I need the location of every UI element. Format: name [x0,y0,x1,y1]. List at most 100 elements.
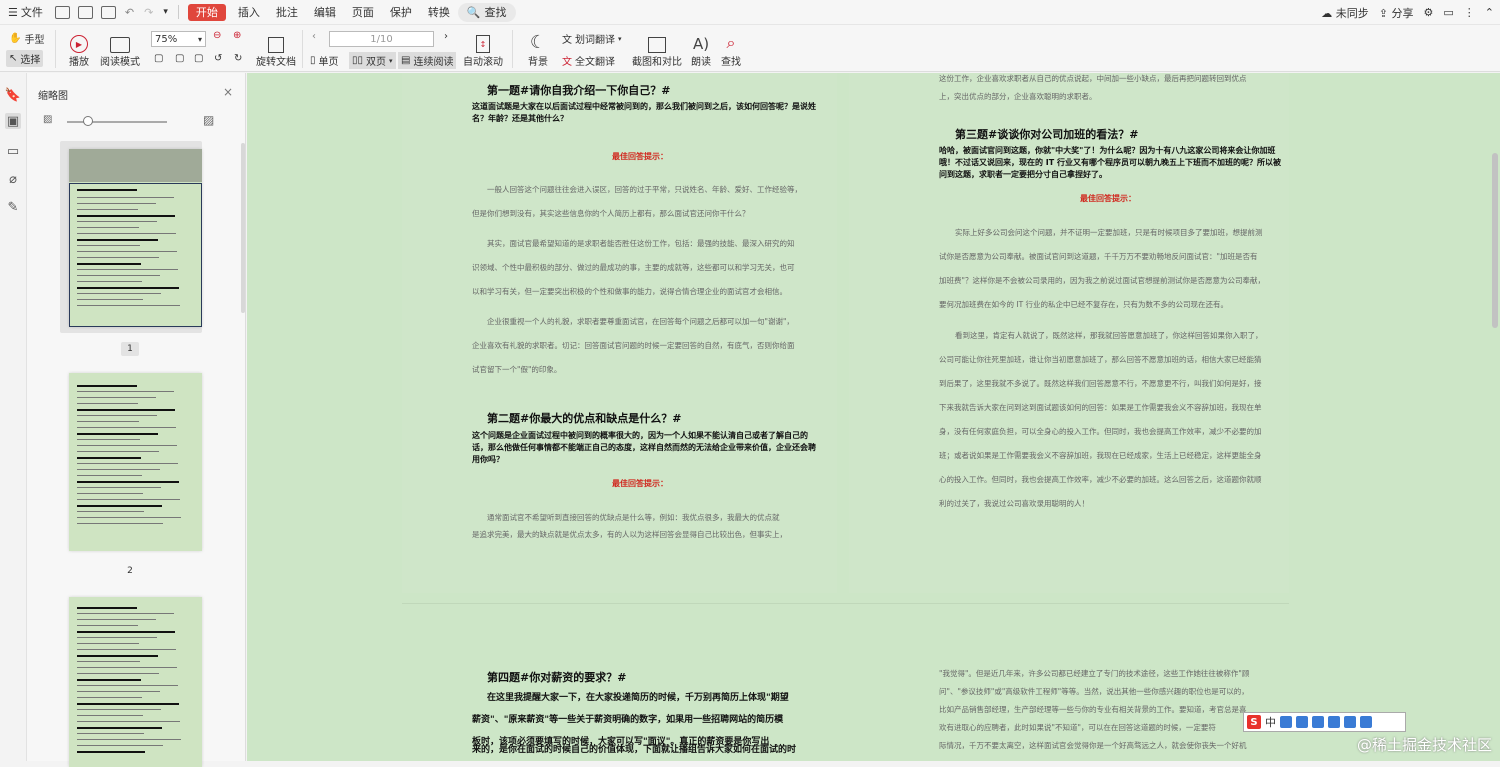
rotate-left-icon[interactable]: ↺ [214,53,222,64]
r4-p4: 欢有进取心的应聘者，此时如果说"不知道"，可以在在回答这道题的时候，一定要符 [939,721,1216,735]
word-translate-label: 划词翻译 [575,31,615,46]
collapse-icon[interactable]: ⌃ [1485,6,1494,19]
hand-tool[interactable]: ✋手型 [9,31,44,46]
redo-icon[interactable]: ↷ [144,6,153,19]
tab-start[interactable]: 开始 [188,4,226,21]
find-button[interactable]: ⌕查找 [718,30,744,68]
watermark: @稀土掘金技术社区 [1357,734,1492,755]
play-button[interactable]: ▶播放 [66,30,92,68]
auto-scroll-button[interactable]: ↕自动滚动 [462,30,504,68]
thumb-text-line [77,631,175,633]
q3-p10: 班；或者说如果是工作需要我会义不容辞加班，我现在已经成家，生活上已经稳定，这样更… [939,449,1262,463]
thumb-text-line [77,751,145,753]
page-number-input[interactable]: 1/10 [329,31,434,47]
print-icon[interactable] [101,6,116,19]
double-page-icon: ▯▯ [352,55,363,66]
share-button[interactable]: ⇪ 分享 [1379,5,1414,21]
open-icon[interactable] [55,6,70,19]
thumb-text-line [77,397,156,398]
small-image-icon[interactable]: ▨ [43,114,52,125]
settings-icon[interactable]: ⚙ [1424,6,1434,19]
thumb-text-line [77,739,181,740]
ime-punct-icon[interactable] [1280,716,1292,728]
thumb-text-line [77,287,179,289]
feedback-icon[interactable]: ▭ [1443,6,1453,19]
sogou-icon: S [1247,715,1261,729]
ime-mic-icon[interactable] [1312,716,1324,728]
read-aloud-button[interactable]: A)朗读 [688,30,714,68]
rotate-right-icon[interactable]: ↻ [234,53,242,64]
hand-label: 手型 [24,31,44,46]
sync-label: 未同步 [1336,7,1369,20]
left-rail: 🔖 ▣ ▭ ⌀ ✎ [0,73,27,761]
next-page-icon[interactable]: › [444,31,448,42]
read-mode-button[interactable]: 阅读模式 [100,30,140,68]
actual-size-icon[interactable]: ▢ [154,53,163,64]
thumbnail-page-2[interactable] [69,373,202,551]
double-label: 双页 [366,53,386,68]
q1-p4: 识领域、个性中最积极的部分、做过的最成功的事，主要的成就等，这些都可以和学习无关… [472,261,795,275]
sync-button[interactable]: ☁ 未同步 [1321,5,1369,21]
q3-p8: 下来我就告诉大家在问到这到面试题该如何的回答：如果是工作需要我会义不容辞加班，我… [939,401,1262,415]
share-label: 分享 [1392,7,1414,20]
single-page-button[interactable]: ▯单页 [310,53,339,68]
ime-skin-icon[interactable] [1344,716,1356,728]
select-tool[interactable]: ↖选择 [6,50,43,67]
document-scrollbar[interactable] [1492,153,1498,328]
close-icon[interactable]: × [223,85,233,99]
thumb-text-line [77,691,160,692]
thumbnail-size-slider[interactable] [67,121,167,123]
word-translate-button[interactable]: 文划词翻译▾ [562,31,622,46]
hamburger-menu[interactable]: ☰文件 [0,4,51,20]
search-button[interactable]: 🔍查找 [458,3,516,22]
document-area: 第一题#请你自我介绍一下你自己？# 这道面试题是大家在以后面试过程中经常被问到的… [247,73,1500,761]
ime-emoji-icon[interactable] [1296,716,1308,728]
undo-icon[interactable]: ↶ [125,6,134,19]
fit-width-icon[interactable]: ▢ [194,53,203,64]
signature-icon[interactable]: ✎ [5,199,21,215]
panel-scrollbar[interactable] [241,143,245,313]
tab-page[interactable]: 页面 [344,4,382,20]
q3-p2: 试你是否愿意为公司奉献。被面试官问到这道题，千千万万不要劝畅地反问面试官："加班… [939,250,1257,264]
tab-convert[interactable]: 转换 [420,4,458,20]
background-button[interactable]: ☾背景 [522,30,554,68]
tab-comment[interactable]: 批注 [268,4,306,20]
attachment-icon[interactable]: ⌀ [5,171,21,187]
q3-top2: 上，突出优点的部分，企业喜欢聪明的求职者。 [939,90,1097,104]
thumb-text-line [77,281,142,282]
zoom-in-icon[interactable]: ⊕ [233,30,241,41]
slider-handle[interactable] [83,116,93,126]
page-value: 1/10 [370,34,392,45]
thumbnail-page-1[interactable] [69,149,202,327]
continuous-read-button[interactable]: ▤连续阅读 [398,52,456,69]
ime-toolbar[interactable]: S 中 [1243,712,1406,732]
tab-insert[interactable]: 插入 [230,4,268,20]
double-page-button[interactable]: ▯▯双页▾ [349,52,396,69]
zoom-select[interactable]: 75%▾ [151,31,206,47]
tab-protect[interactable]: 保护 [382,4,420,20]
full-translate-button[interactable]: 文全文翻译 [562,53,615,68]
large-image-icon[interactable]: ▨ [203,113,214,127]
rotate-label: 旋转文档 [256,53,296,68]
bookmark-icon[interactable]: 🔖 [5,87,21,103]
prev-page-icon[interactable]: ‹ [312,31,316,42]
fit-page-icon[interactable]: ▢ [175,53,184,64]
ime-tools-icon[interactable] [1360,716,1372,728]
dropdown-icon[interactable]: ▾ [163,7,168,17]
more-icon[interactable]: ⋮ [1464,6,1475,19]
screenshot-compare-button[interactable]: 截图和对比 [632,30,682,68]
thumbnail-page-3[interactable] [69,597,202,767]
ime-keyboard-icon[interactable] [1328,716,1340,728]
find-label: 查找 [721,53,741,68]
zoom-out-icon[interactable]: ⊖ [213,30,221,41]
thumbnail-icon[interactable]: ▣ [5,113,21,129]
thumb-text-line [77,269,178,270]
q3-p1: 实际上好多公司会问这个问题，并不证明一定要加班，只是有时候项目多了要加班，想提前… [955,226,1263,240]
comment-icon[interactable]: ▭ [5,143,21,159]
save-icon[interactable] [78,6,93,19]
thumb-text-line [77,463,178,464]
single-page-icon: ▯ [310,55,316,66]
screenshot-label: 截图和对比 [632,53,682,68]
tab-edit[interactable]: 编辑 [306,4,344,20]
rotate-document-button[interactable]: 旋转文档 [255,30,297,68]
